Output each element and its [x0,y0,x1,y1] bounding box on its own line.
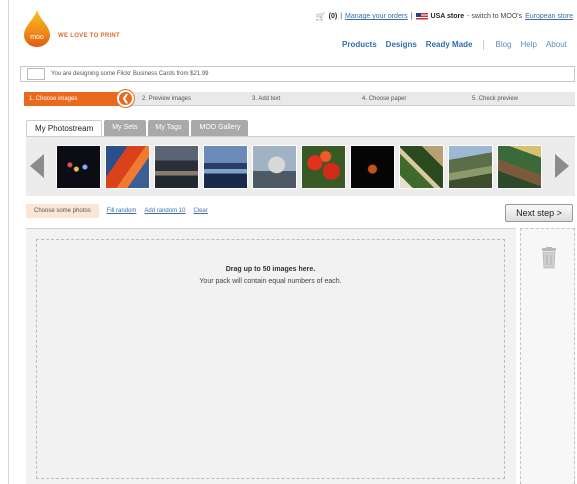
progress-steps: 1. Choose images ❮ 2. Preview images 3. … [24,90,575,107]
svg-text:moo: moo [30,34,44,41]
nav-ready-made[interactable]: Ready Made [426,40,473,50]
photo-carousel [26,136,575,196]
nav-designs[interactable]: Designs [386,40,417,50]
tab-my-photostream[interactable]: My Photostream [26,120,103,136]
step-preview-images[interactable]: 2. Preview images [142,92,191,106]
photo-thumbnail[interactable] [105,145,150,189]
next-step-button[interactable]: Next step > [505,204,573,222]
step-choose-paper[interactable]: 4. Choose paper [362,92,406,106]
photo-thumbnail[interactable] [497,145,542,189]
photo-thumbnail[interactable] [203,145,248,189]
photo-thumbnail[interactable] [399,145,444,189]
drop-area: Drag up to 50 images here. Your pack wil… [26,228,516,484]
photo-thumbnails [56,145,542,189]
tab-my-sets[interactable]: My Sets [104,120,146,136]
image-dropzone[interactable]: Drag up to 50 images here. Your pack wil… [36,239,505,479]
dropzone-subtitle: Your pack will contain equal numbers of … [199,278,342,285]
step-add-text[interactable]: 3. Add text [252,92,280,106]
current-step-badge-icon: ❮ [117,90,134,107]
dropzone-title: Drag up to 50 images here. [225,266,316,273]
selection-actions: Choose some photos Fill random Add rando… [26,204,208,218]
clear-link[interactable]: Clear [193,208,207,214]
fill-random-link[interactable]: Fill random [107,208,137,214]
tab-my-tags[interactable]: My Tags [147,120,190,136]
cart-count[interactable]: (0) [329,13,338,20]
add-random-link[interactable]: Add random 10 [144,208,185,214]
photo-thumbnail[interactable] [301,145,346,189]
store-name: USA store [430,13,465,20]
switch-text: - switch to MOO's [467,13,523,20]
nav-about[interactable]: About [546,40,567,50]
logo-tagline: WE LOVE TO PRINT [58,33,121,39]
photo-thumbnail[interactable] [154,145,199,189]
nav-products[interactable]: Products [342,40,377,50]
moo-logo[interactable]: moo [22,10,52,48]
nav-help[interactable]: Help [521,40,537,50]
step-check-preview[interactable]: 5. Check preview [472,92,518,106]
photo-thumbnail[interactable] [252,145,297,189]
product-notice-bar: You are designing some Flickr Business C… [20,66,575,82]
usa-flag-icon [415,12,428,21]
cart-icon[interactable]: 🛒 [316,12,326,21]
carousel-next-arrow-icon[interactable] [555,154,569,178]
tab-moo-gallery[interactable]: MOO Gallery [191,120,249,136]
choose-photos-label: Choose some photos [26,204,99,218]
trash-column [520,228,575,484]
photo-source-tabs: My Photostream My Sets My Tags MOO Galle… [26,120,249,136]
nav-separator [483,40,485,50]
top-utility-bar: 🛒 (0) | Manage your orders | USA store -… [316,12,573,21]
divider: | [340,13,343,20]
step-choose-images[interactable]: 1. Choose images [24,92,132,106]
main-nav: Products Designs Ready Made Blog Help Ab… [342,40,567,50]
photo-thumbnail[interactable] [448,145,493,189]
photo-thumbnail[interactable] [350,145,395,189]
photo-thumbnail[interactable] [56,145,101,189]
manage-orders-link[interactable]: Manage your orders [345,13,408,20]
trash-icon[interactable] [541,247,557,269]
notice-text: You are designing some Flickr Business C… [51,71,209,77]
carousel-prev-arrow-icon[interactable] [30,154,44,178]
nav-blog[interactable]: Blog [495,40,511,50]
product-thumbnail [27,68,45,80]
divider: | [410,13,413,20]
european-store-link[interactable]: European store [525,13,573,20]
